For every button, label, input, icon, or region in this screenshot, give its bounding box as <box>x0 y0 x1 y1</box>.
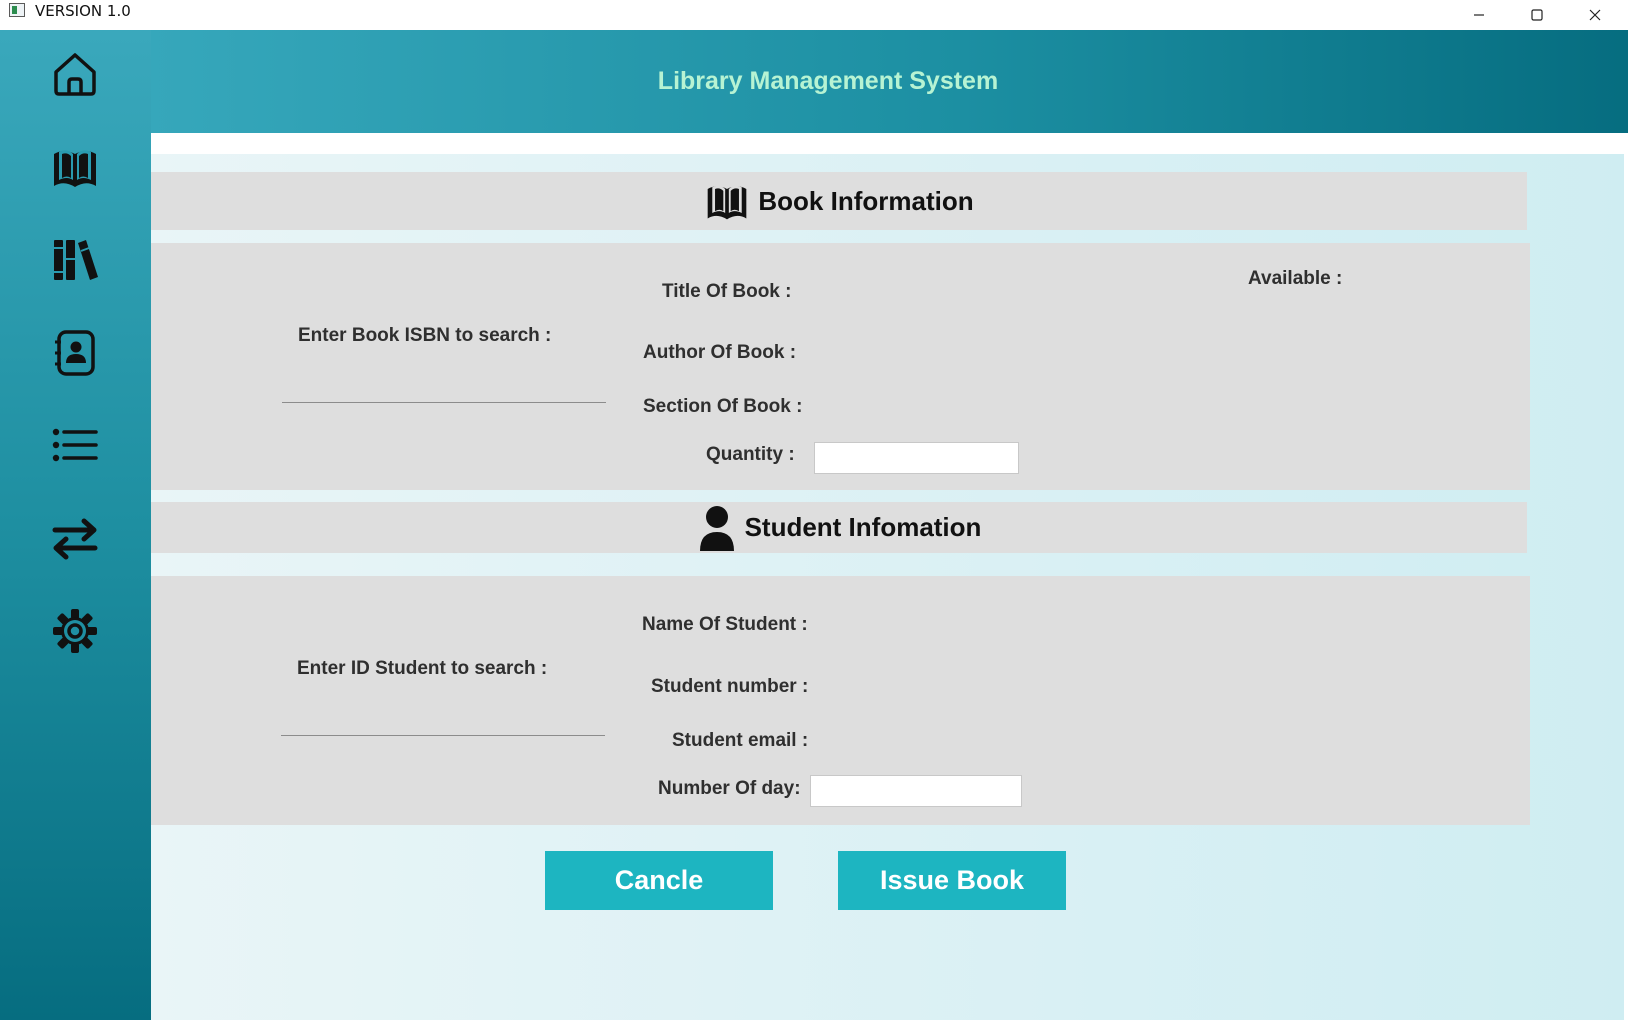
isbn-search-label: Enter Book ISBN to search : <box>298 325 552 346</box>
book-section-label: Section Of Book : <box>643 396 803 417</box>
sidebar-item-books[interactable] <box>45 137 105 197</box>
book-author-label: Author Of Book : <box>643 342 797 363</box>
window-titlebar: VERSION 1.0 <box>0 0 1628 31</box>
cancel-button[interactable]: Cancle <box>545 851 773 910</box>
window-title: VERSION 1.0 <box>35 2 131 20</box>
book-title-label: Title Of Book : <box>662 281 792 302</box>
sidebar-item-home[interactable] <box>45 44 105 104</box>
isbn-search-input[interactable] <box>282 376 606 403</box>
header-divider <box>151 133 1628 154</box>
sidebar-item-list[interactable] <box>45 415 105 475</box>
minimize-button[interactable] <box>1450 0 1508 30</box>
app-icon <box>9 3 25 17</box>
contact-book-icon <box>55 330 95 376</box>
student-email-label: Student email : <box>672 730 809 751</box>
close-button[interactable] <box>1566 0 1624 30</box>
maximize-icon <box>1531 9 1543 21</box>
library-books-icon <box>54 240 98 280</box>
minimize-icon <box>1474 14 1484 16</box>
app-title: Library Management System <box>657 67 999 95</box>
settings-gear-icon <box>53 609 97 653</box>
maximize-button[interactable] <box>1508 0 1566 30</box>
student-name-label: Name Of Student : <box>642 614 808 635</box>
book-info-panel: Enter Book ISBN to search : Title Of Boo… <box>151 243 1530 490</box>
student-section-title: Student Infomation <box>744 512 982 542</box>
quantity-label: Quantity : <box>706 444 795 465</box>
book-section-header: Book Information <box>151 172 1527 230</box>
open-book-icon <box>708 185 747 220</box>
student-info-panel: Enter ID Student to search : Name Of Stu… <box>151 576 1530 825</box>
transfer-arrows-icon <box>52 518 98 560</box>
app-header: Library Management System <box>151 30 1628 133</box>
main-content: Book Information Enter Book ISBN to sear… <box>151 133 1628 1020</box>
quantity-input[interactable] <box>814 442 1019 474</box>
student-id-search-label: Enter ID Student to search : <box>297 658 548 679</box>
available-label: Available : <box>1248 268 1343 289</box>
sidebar-item-library[interactable] <box>45 230 105 290</box>
sidebar-item-contacts[interactable] <box>45 323 105 383</box>
book-icon <box>54 150 96 187</box>
sidebar <box>0 30 151 1020</box>
person-icon <box>699 505 734 551</box>
home-icon <box>54 53 96 96</box>
student-id-search-input[interactable] <box>281 709 605 736</box>
list-icon <box>52 428 98 462</box>
sidebar-item-settings[interactable] <box>45 601 105 661</box>
student-section-header: Student Infomation <box>151 502 1527 553</box>
close-icon <box>1589 9 1601 21</box>
issue-book-button[interactable]: Issue Book <box>838 851 1066 910</box>
student-number-label: Student number : <box>651 676 809 697</box>
number-of-days-input[interactable] <box>810 775 1022 807</box>
sidebar-item-transfer[interactable] <box>45 508 105 568</box>
right-edge <box>1624 133 1628 1020</box>
number-of-days-label: Number Of day: <box>658 778 801 799</box>
book-section-title: Book Information <box>758 185 974 216</box>
